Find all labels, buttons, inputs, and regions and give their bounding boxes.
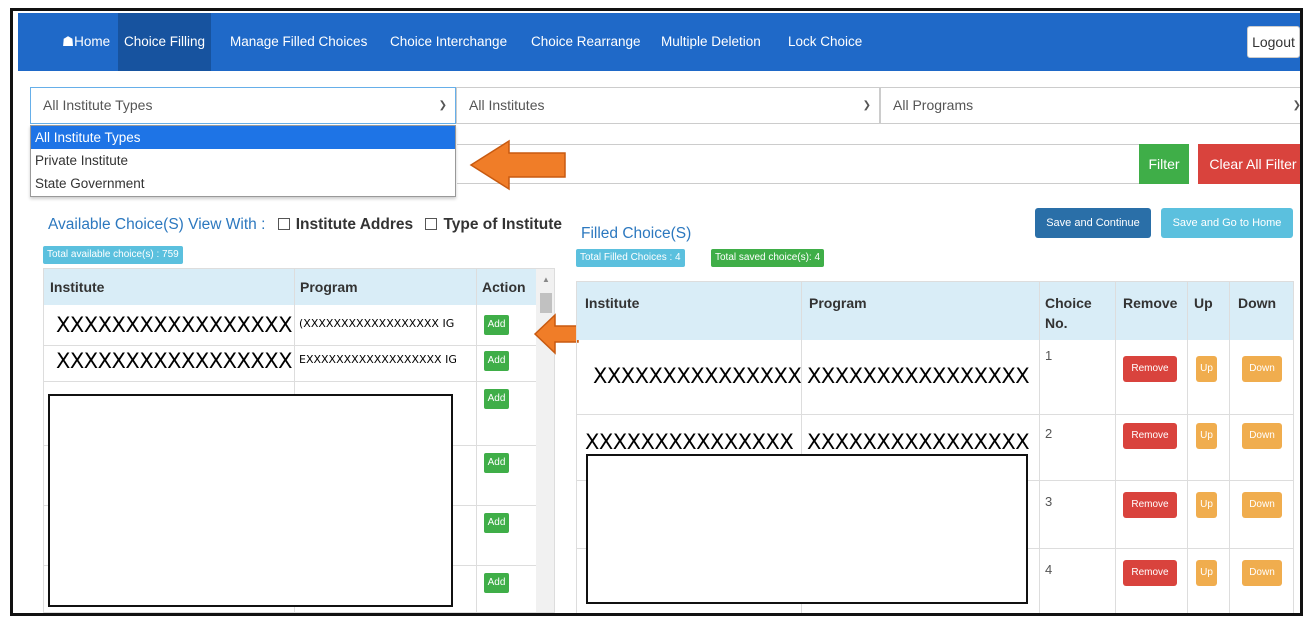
- remove-button[interactable]: Remove: [1123, 356, 1177, 382]
- col-institute: Institute: [50, 279, 105, 295]
- column-divider: [1039, 282, 1040, 613]
- nav-multiple-deletion[interactable]: Multiple Deletion: [655, 13, 767, 71]
- institute-cell: XXXXXXXXXXXXXXX: [593, 364, 802, 388]
- col-program: Program: [809, 295, 867, 311]
- col-program: Program: [300, 279, 358, 295]
- institute-type-checkbox[interactable]: [425, 218, 438, 230]
- institute-address-checkbox[interactable]: [277, 218, 290, 230]
- remove-button[interactable]: Remove: [1123, 492, 1177, 518]
- available-heading-text: Available Choice(S) View With :: [48, 216, 266, 233]
- institute-cell: XXXXXXXXXXXXXXXXX: [56, 349, 293, 373]
- chevron-down-icon: ❯: [862, 100, 871, 111]
- top-navbar: ☗Home Choice Filling Manage Filled Choic…: [18, 13, 1300, 71]
- institute-type-value: All Institute Types: [43, 97, 153, 113]
- up-button[interactable]: Up: [1196, 560, 1217, 586]
- filled-table-header: Institute Program Choice No. Remove Up D…: [577, 282, 1293, 340]
- down-button[interactable]: Down: [1242, 560, 1282, 586]
- up-button[interactable]: Up: [1196, 356, 1217, 382]
- row-divider: [44, 381, 536, 382]
- dropdown-option[interactable]: Private Institute: [31, 149, 455, 172]
- col-remove: Remove: [1123, 295, 1178, 311]
- add-button[interactable]: Add: [484, 315, 509, 335]
- add-button[interactable]: Add: [484, 453, 509, 473]
- remove-button[interactable]: Remove: [1123, 560, 1177, 586]
- institute-type-dropdown-list: All Institute Types Private Institute St…: [30, 125, 456, 197]
- institute-address-label: Institute Addres: [295, 216, 414, 233]
- nav-choice-rearrange[interactable]: Choice Rearrange: [525, 13, 647, 71]
- add-button[interactable]: Add: [484, 513, 509, 533]
- down-button[interactable]: Down: [1242, 492, 1282, 518]
- program-suffix: IG: [445, 353, 457, 366]
- available-choices-heading: Available Choice(S) View With : Institut…: [48, 216, 562, 234]
- nav-manage-filled-choices[interactable]: Manage Filled Choices: [224, 13, 373, 71]
- annotation-arrow-icon: [469, 139, 566, 191]
- program-suffix: IG: [442, 317, 455, 330]
- programs-select[interactable]: All Programs ❯: [880, 87, 1301, 124]
- program-prefix: E: [299, 353, 306, 366]
- institutes-value: All Institutes: [469, 97, 545, 113]
- col-institute: Institute: [585, 295, 640, 311]
- scroll-up-icon[interactable]: ▲: [542, 275, 550, 284]
- add-button[interactable]: Add: [484, 351, 509, 371]
- scroll-thumb[interactable]: [540, 293, 552, 313]
- choice-number: 4: [1045, 562, 1053, 577]
- choice-number: 1: [1045, 348, 1053, 363]
- chevron-down-icon: ❯: [1292, 100, 1301, 111]
- clear-all-filter-button[interactable]: Clear All Filter: [1198, 144, 1300, 184]
- logout-button[interactable]: Logout: [1247, 26, 1300, 58]
- program-value: XXXXXXXXXXXXXXXXXX: [303, 317, 439, 330]
- add-button[interactable]: Add: [484, 389, 509, 409]
- institutes-select[interactable]: All Institutes ❯: [456, 87, 880, 124]
- dropdown-option[interactable]: State Government: [31, 172, 455, 195]
- up-button[interactable]: Up: [1196, 423, 1217, 449]
- nav-home[interactable]: ☗Home: [56, 13, 116, 71]
- row-divider: [577, 414, 1293, 415]
- nav-choice-filling[interactable]: Choice Filling: [118, 13, 212, 71]
- total-filled-badge: Total Filled Choices : 4: [576, 249, 685, 267]
- column-divider: [1187, 282, 1188, 613]
- redacted-area: [48, 394, 453, 607]
- column-divider: [1229, 282, 1230, 613]
- save-continue-button[interactable]: Save and Continue: [1035, 208, 1151, 238]
- total-saved-badge: Total saved choice(s): 4: [711, 249, 825, 267]
- program-cell: EXXXXXXXXXXXXXXXXXX IG: [299, 353, 457, 366]
- institute-cell: XXXXXXXXXXXXXXX: [585, 430, 794, 454]
- up-button[interactable]: Up: [1196, 492, 1217, 518]
- program-cell: (XXXXXXXXXXXXXXXXXX IG: [299, 317, 454, 330]
- programs-value: All Programs: [893, 97, 974, 113]
- program-cell: XXXXXXXXXXXXXXXX: [807, 430, 1030, 454]
- down-button[interactable]: Down: [1242, 423, 1282, 449]
- remove-button[interactable]: Remove: [1123, 423, 1177, 449]
- col-up: Up: [1194, 295, 1213, 311]
- available-table-header: Institute Program Action: [44, 269, 554, 305]
- choice-number: 2: [1045, 426, 1053, 441]
- add-button[interactable]: Add: [484, 573, 509, 593]
- row-divider: [44, 345, 536, 346]
- chevron-down-icon: ❯: [438, 100, 447, 111]
- nav-home-label: Home: [74, 34, 111, 49]
- annotation-arrow-icon: [533, 313, 579, 355]
- screenshot-frame: ☗Home Choice Filling Manage Filled Choic…: [10, 8, 1303, 616]
- home-icon: ☗: [62, 34, 75, 49]
- choice-number: 3: [1045, 494, 1053, 509]
- nav-lock-choice[interactable]: Lock Choice: [782, 13, 868, 71]
- save-go-home-button[interactable]: Save and Go to Home: [1161, 208, 1293, 238]
- col-choice-no: Choice No.: [1045, 295, 1092, 331]
- filled-choices-heading: Filled Choice(S): [581, 225, 692, 242]
- redacted-area: [586, 454, 1028, 604]
- institute-cell: XXXXXXXXXXXXXXXXX: [56, 313, 293, 337]
- total-available-badge: Total available choice(s) : 759: [43, 246, 183, 264]
- program-cell: XXXXXXXXXXXXXXXX: [807, 364, 1030, 388]
- down-button[interactable]: Down: [1242, 356, 1282, 382]
- institute-type-select[interactable]: All Institute Types ❯: [30, 87, 456, 124]
- col-action: Action: [482, 279, 526, 295]
- column-divider: [476, 269, 477, 612]
- filter-button[interactable]: Filter: [1139, 144, 1189, 184]
- column-divider: [1115, 282, 1116, 613]
- nav-choice-interchange[interactable]: Choice Interchange: [384, 13, 513, 71]
- institute-type-label: Type of Institute: [443, 216, 562, 233]
- col-down: Down: [1238, 295, 1277, 311]
- program-value: XXXXXXXXXXXXXXXXXX: [305, 353, 442, 366]
- dropdown-option[interactable]: All Institute Types: [31, 126, 455, 149]
